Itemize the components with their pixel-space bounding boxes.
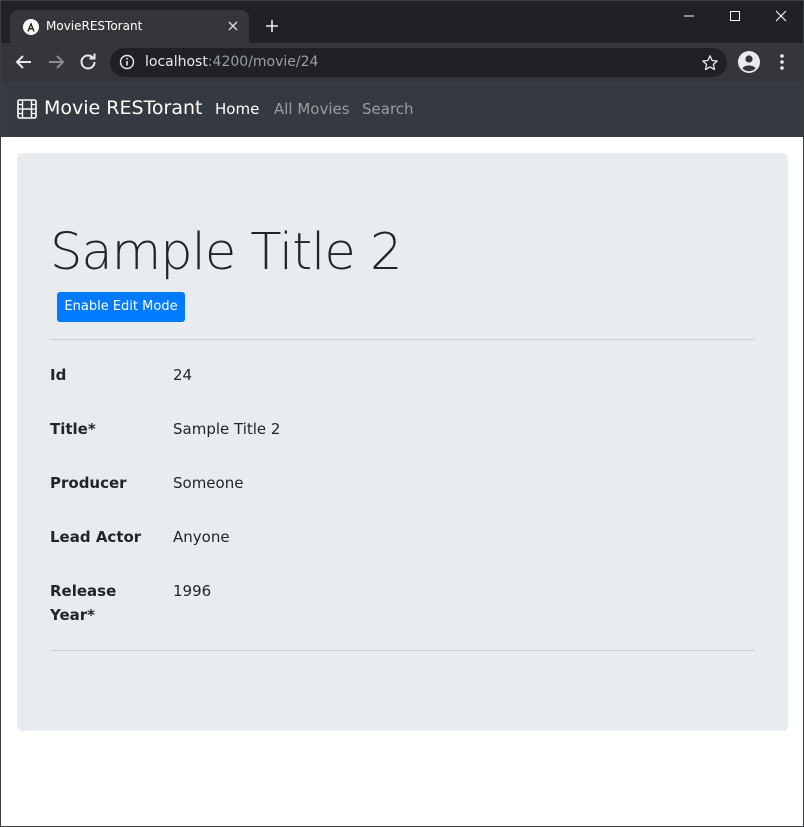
angular-logo-icon — [23, 19, 39, 35]
field-label: Title* — [50, 420, 96, 438]
movie-detail-panel: Sample Title 2 Enable Edit Mode Id 24 Ti… — [17, 153, 788, 731]
field-value: Anyone — [173, 528, 230, 546]
close-icon[interactable]: × — [225, 18, 241, 34]
star-icon[interactable] — [701, 54, 719, 72]
back-icon[interactable] — [12, 50, 36, 74]
url-host: localhost — [145, 54, 208, 70]
divider-top — [50, 339, 755, 340]
browser-tab[interactable]: MovieRESTorant × — [10, 10, 249, 43]
field-label: Release Year* — [50, 582, 117, 624]
site-info-icon[interactable] — [119, 54, 135, 70]
url-text[interactable]: localhost:4200/movie/24 — [145, 54, 318, 71]
browser-toolbar: localhost:4200/movie/24 — [1, 43, 803, 81]
page-title: Sample Title 2 — [50, 223, 402, 282]
browser-window: MovieRESTorant × localhost:4200/movie/24… — [0, 0, 804, 827]
field-value: Someone — [173, 474, 244, 492]
field-value: 1996 — [173, 582, 212, 600]
app-navbar: Movie RESTorant Home All Movies Search — [1, 81, 803, 137]
film-icon — [17, 99, 37, 119]
address-bar[interactable]: localhost:4200/movie/24 — [110, 48, 727, 77]
field-label: Lead Actor — [50, 528, 142, 546]
window-close-icon[interactable] — [758, 1, 803, 31]
plus-icon[interactable] — [262, 16, 282, 36]
nav-link-search[interactable]: Search — [362, 100, 414, 119]
field-label: Id — [50, 366, 67, 384]
enable-edit-mode-button[interactable]: Enable Edit Mode — [57, 292, 185, 322]
divider-bottom — [50, 650, 755, 651]
tab-strip: MovieRESTorant × — [1, 1, 803, 43]
forward-icon[interactable] — [44, 50, 68, 74]
maximize-icon[interactable] — [712, 1, 758, 31]
url-path: :4200/movie/24 — [207, 54, 319, 70]
field-value: Sample Title 2 — [173, 420, 281, 438]
menu-icon[interactable] — [770, 50, 794, 74]
tab-title: MovieRESTorant — [46, 19, 143, 33]
field-label: Producer — [50, 474, 127, 492]
nav-link-home[interactable]: Home — [215, 100, 259, 119]
field-value: 24 — [173, 366, 193, 384]
reload-icon[interactable] — [76, 50, 100, 74]
nav-link-all-movies[interactable]: All Movies — [274, 100, 350, 119]
minimize-icon[interactable] — [666, 1, 712, 31]
brand-title: Movie RESTorant — [44, 97, 203, 119]
profile-icon[interactable] — [737, 50, 761, 74]
